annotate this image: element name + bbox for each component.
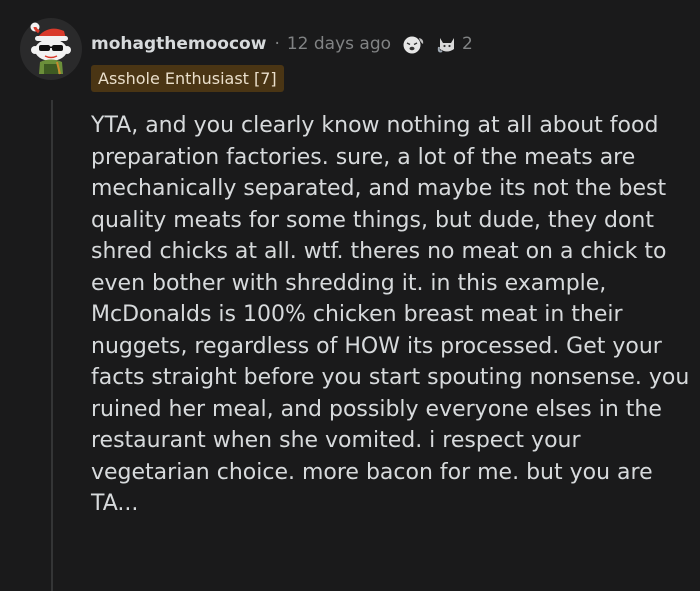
- sneezing-face-award-icon[interactable]: [400, 33, 426, 55]
- comment-body: YTA, and you clearly know nothing at all…: [91, 113, 690, 516]
- cat-award-icon[interactable]: [435, 33, 459, 55]
- thread-line[interactable]: [51, 100, 53, 591]
- avatar[interactable]: [20, 18, 82, 80]
- comment-timestamp[interactable]: 12 days ago: [287, 34, 391, 54]
- snoo-avatar-icon: [30, 22, 71, 75]
- award-count: 2: [462, 34, 473, 54]
- author-username[interactable]: mohagthemoocow: [91, 34, 266, 54]
- comment-header: mohagthemoocow · 12 days ago 2: [91, 30, 473, 58]
- user-flair: Asshole Enthusiast [7]: [91, 65, 284, 92]
- meta-separator: ·: [274, 34, 280, 54]
